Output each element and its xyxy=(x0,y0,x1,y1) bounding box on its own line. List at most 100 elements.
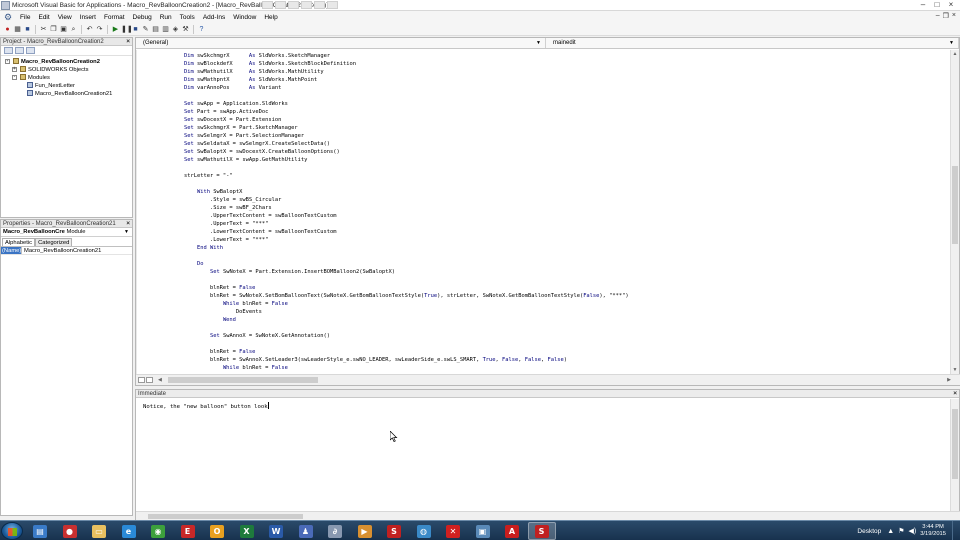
code-line[interactable]: .LowerTextContent = swBalloonTextCustom xyxy=(171,228,337,236)
scroll-thumb[interactable] xyxy=(148,514,303,519)
title-tool-2[interactable] xyxy=(275,1,286,9)
code-line[interactable]: Set swSelmgrX = Part.SelectionManager xyxy=(171,132,304,140)
properties-pane-close-icon[interactable]: × xyxy=(126,220,130,227)
code-editor[interactable]: Dim swSkchmgrX As SldWorks.SketchManager… xyxy=(136,50,951,374)
code-line[interactable]: Wend xyxy=(171,316,236,324)
code-line[interactable]: Set SwAnnoX = SwNoteX.GetAnnotation() xyxy=(171,332,330,340)
scroll-up-icon[interactable]: ▲ xyxy=(951,50,959,58)
expand-icon[interactable]: + xyxy=(12,67,17,72)
title-tool-1[interactable] xyxy=(262,1,273,9)
code-line[interactable]: DoEvents xyxy=(171,308,262,316)
taskbar-app-ie[interactable]: e xyxy=(115,522,143,540)
code-vertical-scrollbar[interactable]: ▲ ▼ xyxy=(950,50,959,374)
code-line[interactable]: .UpperText = "***" xyxy=(171,220,268,228)
desktop-toolbar-label[interactable]: Desktop xyxy=(857,528,881,535)
taskbar-app-app-blue[interactable]: ♟ xyxy=(292,522,320,540)
code-line[interactable]: blnRet = SwAnnoX.SetLeader3(swLeaderStyl… xyxy=(171,356,567,364)
menu-add-ins[interactable]: Add-Ins xyxy=(199,14,229,21)
code-line[interactable]: Dim varAnnoPos As Variant xyxy=(171,84,281,92)
procedure-view-icon[interactable] xyxy=(138,377,145,383)
run-icon[interactable]: ▶ xyxy=(111,25,120,34)
code-line[interactable]: .LowerText = "***" xyxy=(171,236,268,244)
menu-view[interactable]: View xyxy=(54,14,76,21)
procedure-combo[interactable]: mainedit ▼ xyxy=(546,38,959,48)
taskbar-app-app-x[interactable]: ✕ xyxy=(439,522,467,540)
tree-node[interactable]: - Modules xyxy=(1,74,132,82)
code-line[interactable]: strLetter = "-" xyxy=(171,172,233,180)
start-button[interactable] xyxy=(1,522,23,540)
tree-node[interactable]: Fun_NextLetter xyxy=(1,82,132,90)
chevron-down-icon[interactable]: ▼ xyxy=(124,228,129,237)
network-icon[interactable]: ⚑ xyxy=(898,527,904,535)
code-line[interactable]: Dim swSkchmgrX As SldWorks.SketchManager xyxy=(171,52,330,60)
tree-node[interactable]: Macro_RevBalloonCreation21 xyxy=(1,90,132,98)
copy-icon[interactable]: ❐ xyxy=(49,25,58,34)
title-tool-5[interactable] xyxy=(314,1,325,9)
object-selector[interactable]: Macro_RevBalloonCre Module ▼ xyxy=(1,228,132,237)
taskbar-app-media[interactable]: ● xyxy=(56,522,84,540)
close-icon[interactable]: × xyxy=(944,0,958,10)
code-line[interactable]: With SwBaloptX xyxy=(171,188,242,196)
taskbar-app-word[interactable]: W xyxy=(262,522,290,540)
taskbar-app-chrome[interactable]: ◉ xyxy=(144,522,172,540)
collapse-icon[interactable]: - xyxy=(12,75,17,80)
tab-categorized[interactable]: Categorized xyxy=(35,238,73,246)
code-line[interactable]: .UpperTextContent = swBalloonTextCustom xyxy=(171,212,337,220)
find-icon[interactable]: ⌕ xyxy=(69,25,78,34)
code-line[interactable]: End With xyxy=(171,244,223,252)
paste-icon[interactable]: ▣ xyxy=(59,25,68,34)
title-tool-3[interactable] xyxy=(288,1,299,9)
object-combo[interactable]: (General) ▼ xyxy=(136,38,546,48)
immediate-close-icon[interactable]: × xyxy=(953,390,957,397)
scroll-thumb[interactable] xyxy=(952,166,958,244)
code-line[interactable]: Dim swBlockdefX As SldWorks.SketchBlockD… xyxy=(171,60,356,68)
menu-help[interactable]: Help xyxy=(260,14,281,21)
full-module-view-icon[interactable] xyxy=(146,377,153,383)
taskbar-app-explorer[interactable]: ▤ xyxy=(26,522,54,540)
toolbox-icon[interactable]: ⚒ xyxy=(181,25,190,34)
code-line[interactable]: While blnRet = False xyxy=(171,300,288,308)
code-line[interactable]: Do xyxy=(171,260,204,268)
tree-node[interactable]: + SOLIDWORKS Objects xyxy=(1,66,132,74)
menu-window[interactable]: Window xyxy=(229,14,260,21)
project-pane-close-icon[interactable]: × xyxy=(126,38,130,45)
menu-insert[interactable]: Insert xyxy=(76,14,100,21)
project-explorer-icon[interactable]: ▤ xyxy=(151,25,160,34)
code-line[interactable]: Set swSeldataX = swSelmgrX.CreateSelectD… xyxy=(171,140,330,148)
save-icon[interactable]: ■ xyxy=(23,25,32,34)
taskbar-app-solidworks-active[interactable]: S xyxy=(527,522,556,540)
chevron-down-icon[interactable]: ▼ xyxy=(949,38,954,48)
object-browser-icon[interactable]: ◈ xyxy=(171,25,180,34)
title-tool-6[interactable] xyxy=(327,1,338,9)
menu-run[interactable]: Run xyxy=(156,14,176,21)
undo-icon[interactable]: ↶ xyxy=(85,25,94,34)
taskbar-app-app-globe[interactable]: ◍ xyxy=(410,522,438,540)
menu-debug[interactable]: Debug xyxy=(129,14,156,21)
immediate-horizontal-scrollbar[interactable] xyxy=(136,511,960,520)
property-row[interactable]: (Name) Macro_RevBalloonCreation21 xyxy=(1,247,132,255)
taskbar-app-folder[interactable]: ▭ xyxy=(85,522,113,540)
scroll-down-icon[interactable]: ▼ xyxy=(951,366,959,374)
tray-expand-icon[interactable]: ▲ xyxy=(887,528,894,535)
taskbar-app-outlook[interactable]: O xyxy=(203,522,231,540)
clock[interactable]: 3:44 PM 3/19/2015 xyxy=(920,524,946,538)
menu-format[interactable]: Format xyxy=(100,14,129,21)
menu-tools[interactable]: Tools xyxy=(176,14,199,21)
scroll-left-icon[interactable]: ◀ xyxy=(158,377,162,383)
taskbar-app-edge-red[interactable]: E xyxy=(174,522,202,540)
code-line[interactable]: Set SwBaloptX = swDocextX.CreateBalloonO… xyxy=(171,148,340,156)
taskbar-app-app-orange[interactable]: ▶ xyxy=(351,522,379,540)
maximize-icon[interactable]: □ xyxy=(930,0,944,10)
menu-file[interactable]: File xyxy=(16,14,34,21)
code-line[interactable]: .Style = swBS_Circular xyxy=(171,196,281,204)
taskbar-app-app-window[interactable]: ▣ xyxy=(469,522,497,540)
scroll-thumb[interactable] xyxy=(952,409,958,479)
reset-icon[interactable]: ■ xyxy=(131,25,140,34)
chevron-down-icon[interactable]: ▼ xyxy=(536,38,541,48)
mdi-close-icon[interactable]: × xyxy=(952,12,956,20)
code-line[interactable]: blnRet = False xyxy=(171,348,255,356)
code-line[interactable]: Set swDocextX = Part.Extension xyxy=(171,116,281,124)
taskbar-app-app-gray[interactable]: ∂ xyxy=(321,522,349,540)
tab-alphabetic[interactable]: Alphabetic xyxy=(2,238,36,246)
mdi-restore-icon[interactable]: ❐ xyxy=(943,12,949,20)
